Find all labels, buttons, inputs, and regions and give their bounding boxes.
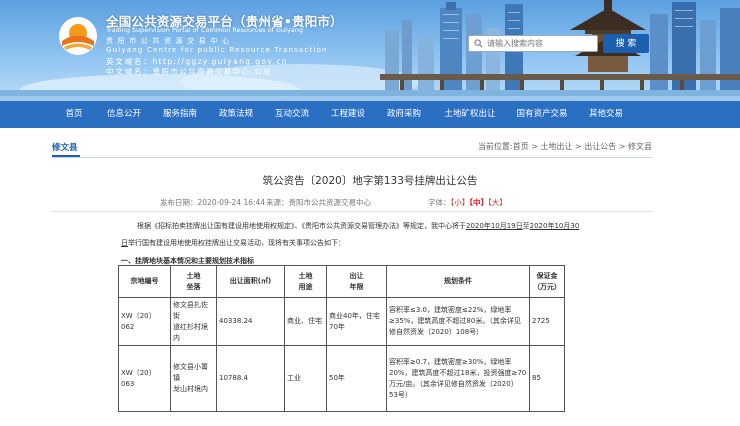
table-row: XW〔20〕062 修文县扎佐街 道红杉村境内 40338.24 商业、住宅 商业… xyxy=(118,297,565,346)
table-header-row: 宗地编号 土地 坐落 出让面积(㎡) 土地 用途 出让 年限 规划条件 保证金 （万元） xyxy=(118,265,565,298)
platform-logo xyxy=(59,17,97,55)
nav-item-construction[interactable]: 工程建设 xyxy=(326,101,370,128)
cell-conditions: 容积率≤3.0，建筑密度≤22%，绿地率 ≥35%，建筑高度不超过80米。（其余详… xyxy=(386,297,530,346)
nav-item-other[interactable]: 其他交易 xyxy=(584,101,628,128)
article-source: 来源：贵阳市公共资源交易中心 xyxy=(266,198,371,207)
paragraph-text: 根据《招标拍卖挂牌出让国有建设用地使用权规定》、《贵阳市公共资源交易管理办法》等… xyxy=(137,222,466,230)
nav-item-home[interactable]: 首页 xyxy=(54,101,94,128)
header-area: 出让面积(㎡) xyxy=(216,265,285,298)
cell-term: 50年 xyxy=(326,345,387,412)
search-button[interactable]: 搜 索 xyxy=(603,34,649,53)
date-end-day: 日 xyxy=(121,239,128,247)
cell-use: 商业、住宅 xyxy=(284,297,327,346)
date-start: 2020年10月19日 xyxy=(466,222,523,230)
cell-deposit: 85 xyxy=(529,345,565,412)
table-row: XW〔20〕063 修文县小箐镇 龙山村境内 10788.4 工业 50年 容积率… xyxy=(118,345,565,412)
paragraph-text: 举行国有建设用地使用权挂牌出让交易活动，现将有关事项公告如下： xyxy=(128,239,345,247)
cell-use: 工业 xyxy=(284,345,327,412)
font-small-button[interactable]: 【小】 xyxy=(451,198,470,207)
cn-domain-label: 中文域名： xyxy=(106,67,153,76)
cn-domain: 中文域名：贵阳市公共资源交易中心.公益 xyxy=(106,66,272,77)
breadcrumb[interactable]: 当前位置:首页 > 土地出让 > 出让公告 > 修文县 xyxy=(478,141,652,152)
site-en-name: Guiyang Centre for public Resource Trans… xyxy=(106,46,328,54)
header-term: 出让 年限 xyxy=(326,265,387,298)
cell-location: 修文县小箐镇 龙山村境内 xyxy=(170,345,217,412)
header-location: 土地 坐落 xyxy=(170,265,217,298)
font-medium-button[interactable]: 【中】 xyxy=(469,198,488,207)
nav-item-state-assets[interactable]: 国有资产交易 xyxy=(512,101,572,128)
cell-parcel-no: XW〔20〕063 xyxy=(118,345,171,412)
cell-deposit: 2725 xyxy=(529,297,565,346)
search-input[interactable] xyxy=(487,37,593,50)
breadcrumb-bar: 修文县 当前位置:首页 > 土地出让 > 出让公告 > 修文县 xyxy=(52,137,652,158)
nav-item-gov-procurement[interactable]: 政府采购 xyxy=(382,101,426,128)
publish-date: 发布日期：2020-09-24 16:44 xyxy=(160,198,266,207)
parcel-table: 宗地编号 土地 坐落 出让面积(㎡) 土地 用途 出让 年限 规划条件 保证金 （万元）… xyxy=(118,265,565,412)
search-icon xyxy=(474,39,483,48)
nav-item-land-mining[interactable]: 土地矿权出让 xyxy=(440,101,500,128)
article-paragraph-1: 根据《招标拍卖挂牌出让国有建设用地使用权规定》、《贵阳市公共资源交易管理办法》等… xyxy=(137,221,579,231)
cell-area: 40338.24 xyxy=(216,297,285,346)
meta-divider xyxy=(52,211,652,212)
cell-parcel-no: XW〔20〕062 xyxy=(118,297,171,346)
nav-item-info-disclosure[interactable]: 信息公开 xyxy=(102,101,146,128)
header-use: 土地 用途 xyxy=(284,265,327,298)
font-large-button[interactable]: 【大】 xyxy=(488,198,507,207)
cell-area: 10788.4 xyxy=(216,345,285,412)
header-deposit: 保证金 （万元） xyxy=(529,265,565,298)
header-banner: 全国公共资源交易平台（贵州省•贵阳市） Trading Supervision … xyxy=(0,0,740,101)
district-title: 修文县 xyxy=(52,143,78,153)
main-nav: 首页 信息公开 服务指南 政策法规 互动交流 工程建设 政府采购 土地矿权出让 … xyxy=(0,101,740,128)
site-cn-name: 贵阳市公共资源交易中心 xyxy=(106,37,234,45)
font-size-switcher: 字体：【小】【中】【大】 xyxy=(428,197,507,208)
nav-item-service-guide[interactable]: 服务指南 xyxy=(158,101,202,128)
en-domain-value: http://ggzy.guiyang.gov.cn xyxy=(152,57,289,66)
article-paragraph-2: 日举行国有建设用地使用权挂牌出让交易活动，现将有关事项公告如下： xyxy=(121,238,345,248)
district-underline xyxy=(52,155,80,157)
font-size-label: 字体： xyxy=(428,198,451,207)
nav-item-policies[interactable]: 政策法规 xyxy=(214,101,258,128)
cell-location: 修文县扎佐街 道红杉村境内 xyxy=(170,297,217,346)
header-conditions: 规划条件 xyxy=(386,265,530,298)
date-separator: 至 xyxy=(522,222,530,230)
site-subtitle: Trading Supervision Portal of Common Res… xyxy=(106,26,304,34)
article-title: 筑公资告〔2020〕地字第133号挂牌出让公告 xyxy=(262,175,478,187)
en-domain-label: 英文域名： xyxy=(106,57,153,66)
search-box xyxy=(468,35,598,52)
cn-domain-value: 贵阳市公共资源交易中心.公益 xyxy=(152,67,272,76)
nav-item-interaction[interactable]: 互动交流 xyxy=(270,101,314,128)
header-parcel-no: 宗地编号 xyxy=(118,265,171,298)
cell-conditions: 容积率≥0.7，建筑密度≥30%，绿地率 20%，建筑高度不超过18米，投资强度≥… xyxy=(386,345,530,412)
date-end: 2020年10月30 xyxy=(529,222,580,230)
cell-term: 商业40年，住宅70年 xyxy=(326,297,387,346)
